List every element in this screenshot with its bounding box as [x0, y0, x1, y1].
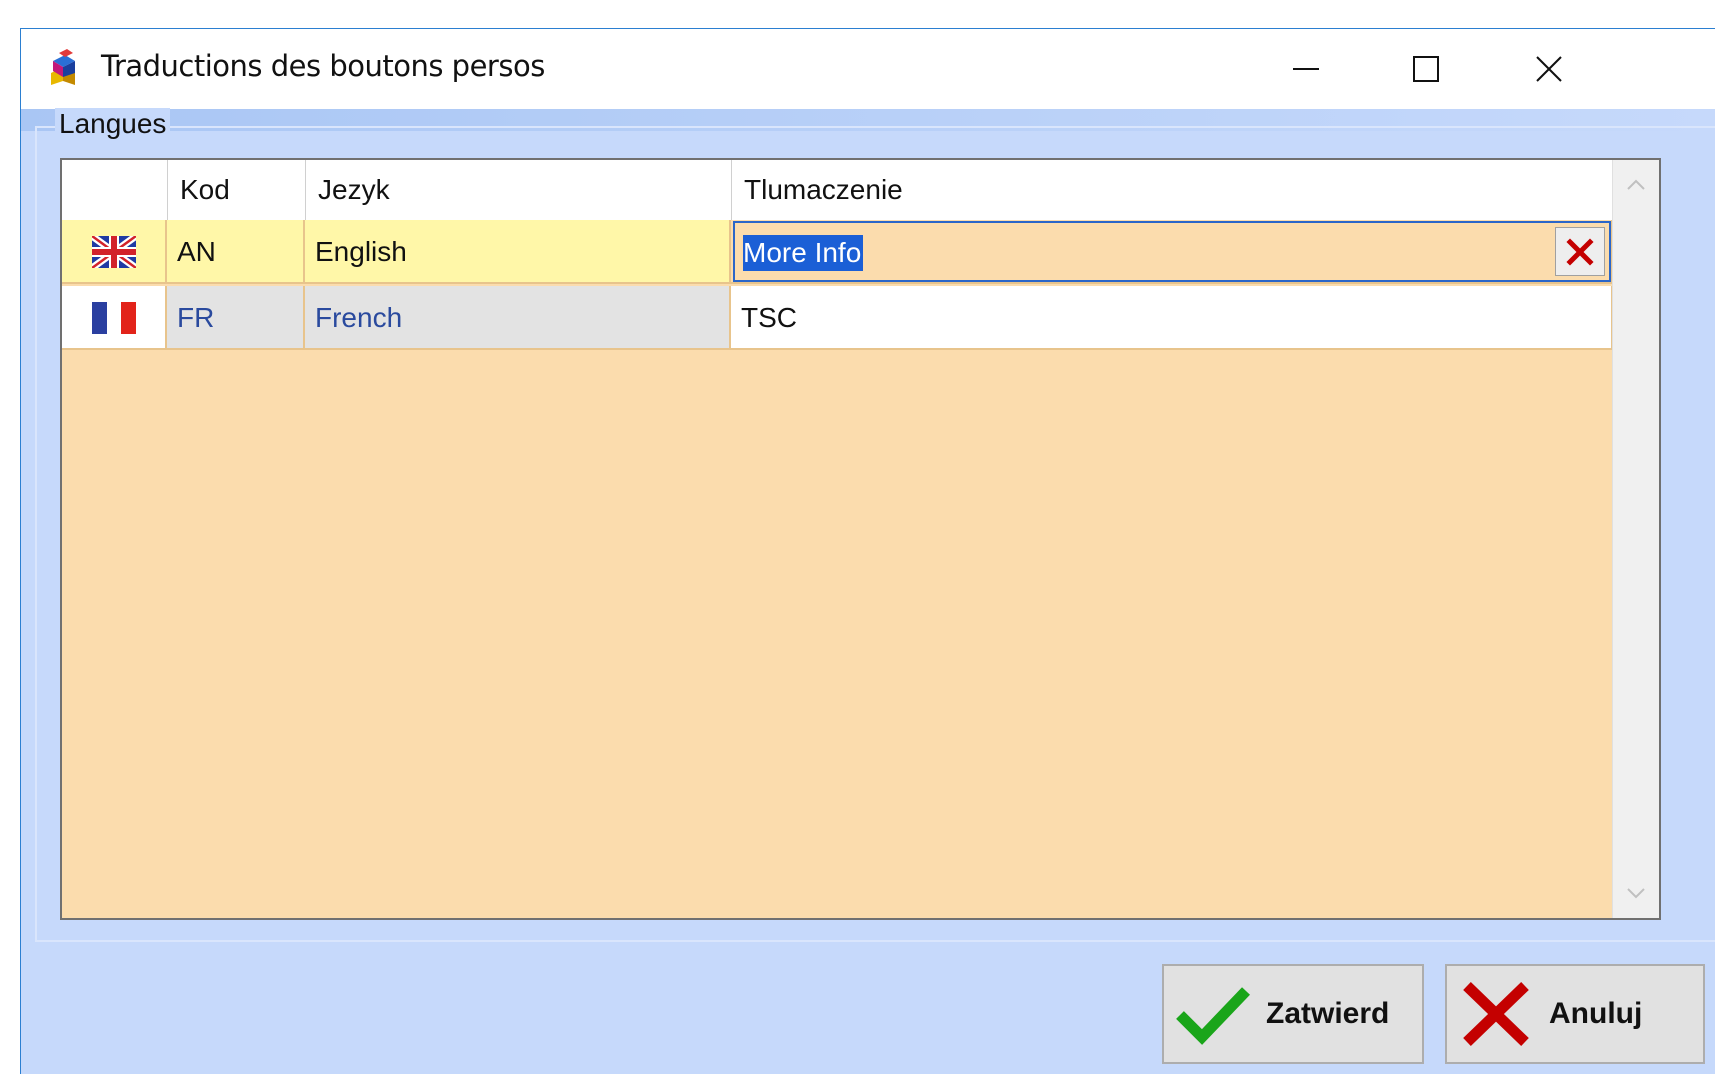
app-cube-icon — [51, 49, 75, 85]
code-cell[interactable]: FR — [167, 286, 305, 350]
title-bar[interactable]: Traductions des boutons persos — [21, 29, 1715, 109]
confirm-button[interactable]: Zatwierd — [1162, 964, 1424, 1064]
window-title: Traductions des boutons persos — [101, 49, 545, 83]
column-header-code[interactable]: Kod — [167, 160, 305, 220]
flag-cell — [62, 286, 167, 350]
language-cell[interactable]: French — [305, 286, 731, 350]
table-row[interactable]: AN English More Info — [62, 220, 1613, 284]
cancel-x-icon — [1463, 982, 1529, 1046]
language-cell[interactable]: English — [305, 220, 731, 284]
chevron-up-icon — [1627, 179, 1645, 190]
fr-flag-icon — [92, 302, 136, 334]
maximize-button[interactable] — [1366, 29, 1486, 109]
code-cell[interactable]: AN — [167, 220, 305, 284]
flag-cell — [62, 220, 167, 284]
cancel-button[interactable]: Anuluj — [1445, 964, 1705, 1064]
checkmark-icon — [1176, 987, 1250, 1045]
column-header-language[interactable]: Jezyk — [305, 160, 731, 220]
scroll-down-button[interactable] — [1613, 870, 1659, 916]
group-label: Langues — [55, 108, 171, 140]
grid-header: Kod Jezyk Tlumaczenie — [62, 160, 1613, 221]
translation-cell[interactable]: TSC — [731, 286, 1613, 350]
close-button[interactable] — [1489, 29, 1609, 109]
translation-edit-field[interactable]: More Info — [733, 221, 1611, 282]
minimize-button[interactable] — [1246, 29, 1366, 109]
close-icon — [1536, 56, 1562, 82]
scroll-up-button[interactable] — [1613, 162, 1659, 208]
clear-x-icon — [1566, 237, 1594, 266]
cancel-button-label: Anuluj — [1549, 997, 1643, 1030]
column-header-translation[interactable]: Tlumaczenie — [731, 160, 1613, 220]
clear-button[interactable] — [1555, 227, 1605, 276]
column-header-flag[interactable] — [62, 160, 167, 220]
chevron-down-icon — [1627, 888, 1645, 899]
vertical-scrollbar[interactable] — [1612, 160, 1659, 918]
maximize-icon — [1413, 56, 1439, 82]
translation-edit-text[interactable]: More Info — [743, 235, 864, 271]
uk-flag-icon — [92, 236, 136, 268]
table-row[interactable]: FR French TSC — [62, 286, 1613, 350]
translations-grid[interactable]: Kod Jezyk Tlumaczenie AN English More In… — [60, 158, 1661, 920]
minimize-icon — [1293, 68, 1319, 70]
confirm-button-label: Zatwierd — [1266, 997, 1390, 1030]
